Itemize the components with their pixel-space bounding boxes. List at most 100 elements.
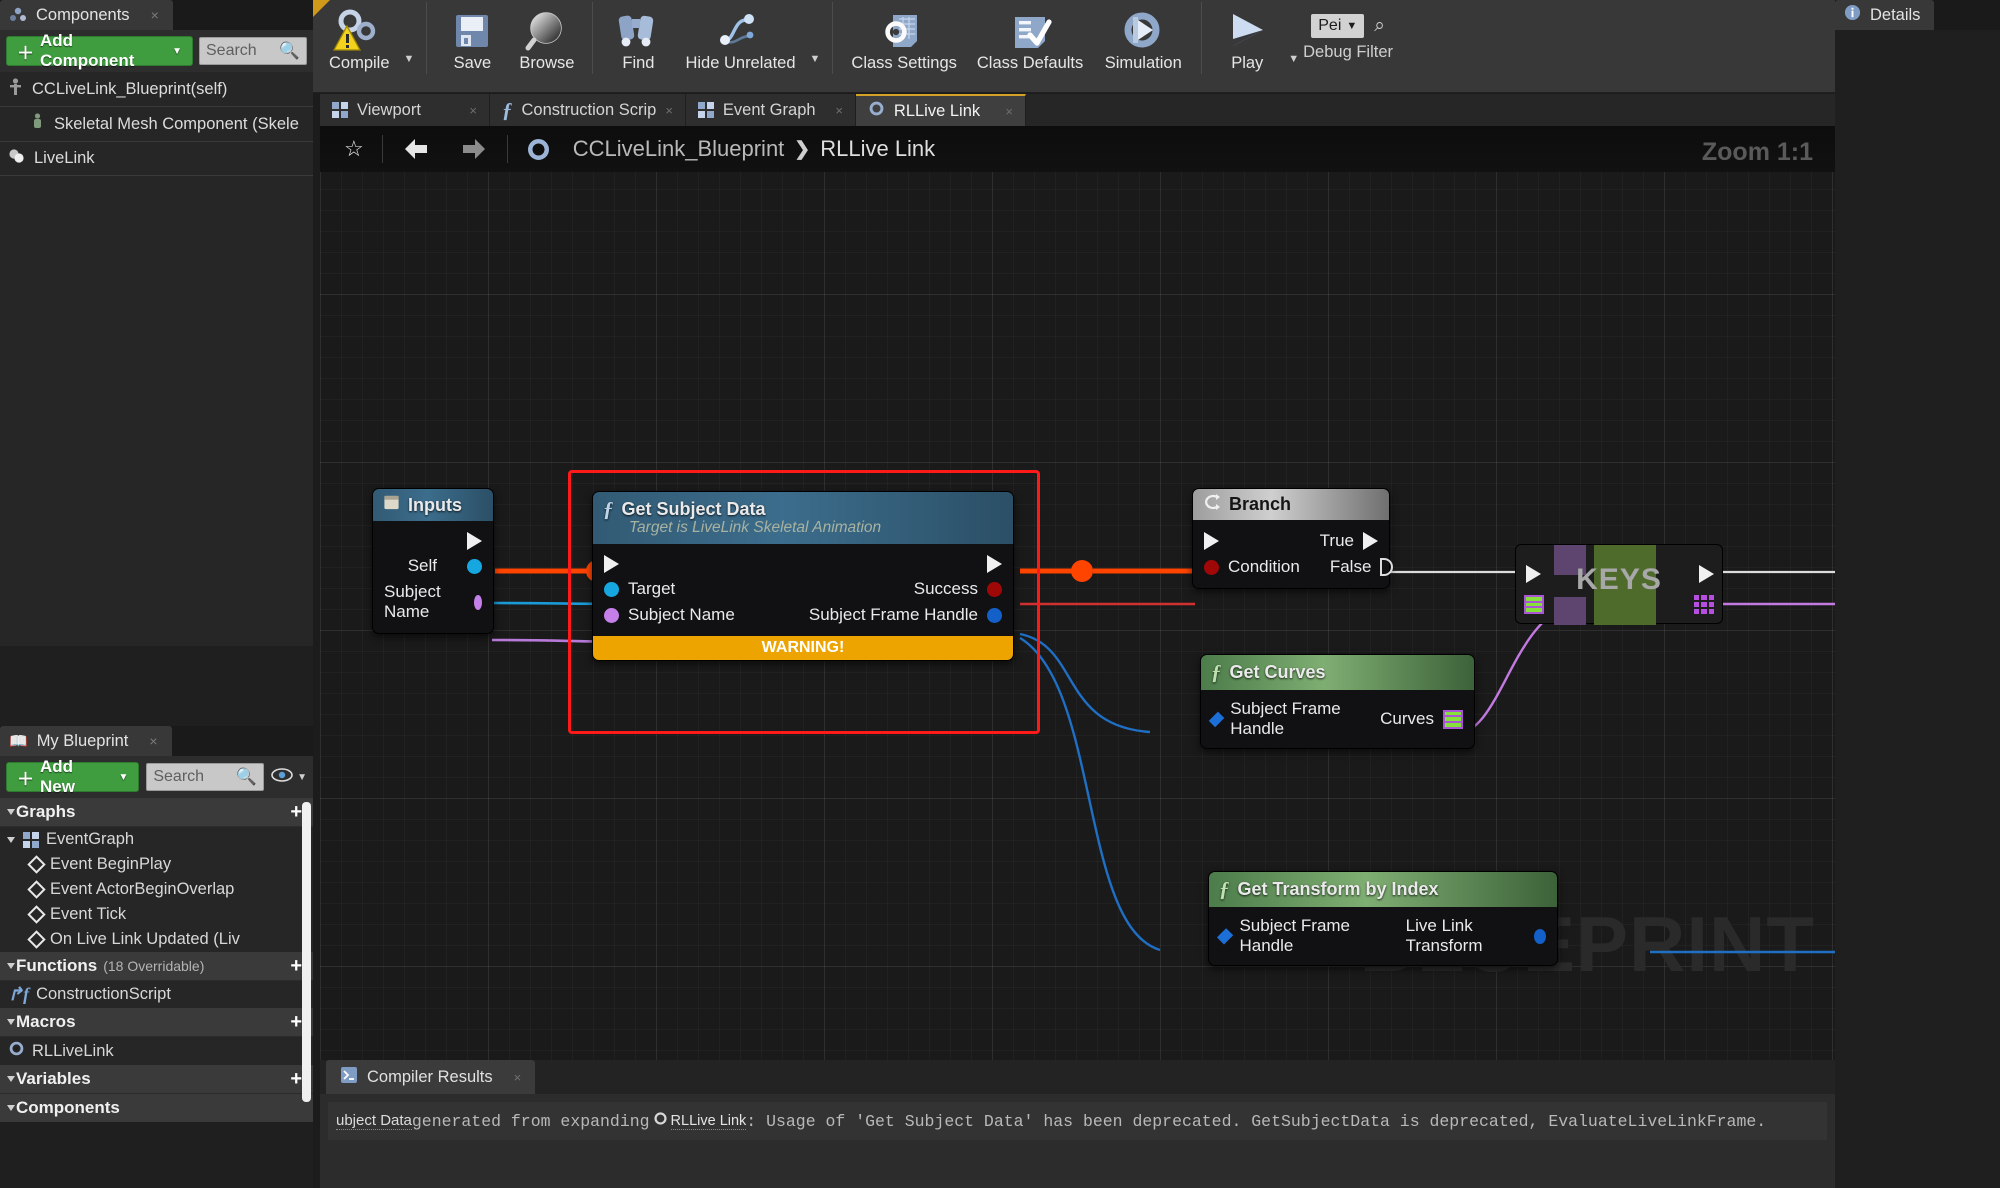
star-icon[interactable]: ☆ (330, 136, 378, 162)
add-new-button[interactable]: ＋ Add New ▼ (6, 757, 140, 796)
debug-filter-select[interactable]: Pei ▼ (1311, 14, 1365, 38)
pin-row-condition-false[interactable]: Condition False (1193, 554, 1394, 580)
visibility-filter-button[interactable]: ▼ (271, 767, 307, 787)
play-button[interactable]: Play (1210, 0, 1284, 73)
subject-frame-handle-input-pin[interactable] (1208, 711, 1225, 727)
pin-row-subject-name[interactable]: Subject Name (373, 579, 493, 625)
tree-item-event-tick[interactable]: Event Tick (0, 902, 313, 927)
class-defaults-button[interactable]: Class Defaults (967, 0, 1093, 73)
pin-row-framehandle-curves[interactable]: Subject Frame Handle Curves (1201, 696, 1474, 742)
tab-rllive-link-close[interactable]: × (1005, 104, 1013, 119)
tab-viewport-close[interactable]: × (469, 103, 477, 118)
exec-out-pin[interactable] (987, 555, 1002, 573)
exec-in-pin[interactable] (604, 555, 619, 573)
subject-name-input-pin[interactable] (604, 607, 619, 623)
breadcrumb-macro-gear-icon[interactable] (512, 137, 565, 162)
false-exec-out-pin[interactable] (1380, 558, 1394, 576)
disclosure-triangle-icon[interactable] (7, 836, 15, 843)
tree-item-eventgraph[interactable]: EventGraph (0, 827, 313, 852)
node-inputs[interactable]: Inputs Self Subject Name (372, 488, 494, 634)
pin-row-exec-true[interactable]: True (1193, 528, 1389, 554)
compiler-message-link[interactable]: RLLive Link (670, 1113, 747, 1130)
tree-item-rllivelink[interactable]: RLLiveLink (0, 1037, 313, 1065)
self-output-pin[interactable] (467, 558, 482, 574)
exec-in-pin[interactable] (1204, 532, 1219, 550)
breadcrumb-crumb-1[interactable]: CCLiveLink_Blueprint (573, 136, 785, 162)
my-blueprint-scrollbar[interactable] (302, 802, 311, 1102)
exec-out-pin[interactable] (467, 532, 482, 550)
tab-event-graph-close[interactable]: × (835, 103, 843, 118)
hide-unrelated-button[interactable]: Hide Unrelated (675, 0, 805, 73)
pin-row-framehandle-transform[interactable]: Subject Frame Handle Live Link Transform (1209, 913, 1557, 959)
pin-row-target-success[interactable]: Target Success (593, 576, 1013, 602)
tree-item-constructionscript[interactable]: ↱f ConstructionScript (0, 981, 313, 1008)
true-exec-out-pin[interactable] (1363, 532, 1378, 550)
class-settings-button[interactable]: Class Settings (841, 0, 966, 73)
find-button[interactable]: Find (601, 0, 675, 73)
pin-row-subjectname-framehandle[interactable]: Subject Name Subject Frame Handle (593, 602, 1013, 628)
play-options-caret-icon[interactable]: ▼ (1284, 53, 1303, 65)
node-get-transform-by-index[interactable]: ƒ Get Transform by Index Subject Frame H… (1208, 871, 1558, 966)
tab-my-blueprint[interactable]: 📖 My Blueprint × (0, 726, 172, 756)
node-keys[interactable]: KEYS (1515, 544, 1723, 625)
compiler-results-message-row[interactable]: ubject Data generated from expanding RLL… (328, 1102, 1827, 1140)
tab-event-graph[interactable]: Event Graph × (685, 94, 856, 126)
disclosure-triangle-icon[interactable] (7, 809, 15, 815)
tab-compiler-results[interactable]: Compiler Results × (326, 1060, 536, 1094)
tree-section-graphs[interactable]: Graphs + (0, 798, 313, 827)
keys-map-in-pin[interactable] (1524, 595, 1544, 614)
disclosure-triangle-icon[interactable] (7, 1076, 15, 1082)
tree-item-event-beginplay[interactable]: Event BeginPlay (0, 852, 313, 877)
tab-construction-script[interactable]: ƒ Construction Scrip × (490, 94, 686, 126)
save-button[interactable]: Save (435, 0, 509, 73)
tree-section-components[interactable]: Components (0, 1094, 313, 1122)
debug-search-icon[interactable]: ⌕ (1374, 15, 1385, 37)
tree-item-event-actorbeginoverlap[interactable]: Event ActorBeginOverlap (0, 877, 313, 902)
tab-rllive-link[interactable]: RLLive Link × (855, 94, 1026, 126)
tree-section-functions[interactable]: Functions (18 Overridable) + (0, 952, 313, 981)
pin-row-self[interactable]: Self (373, 553, 493, 579)
compile-options-caret-icon[interactable]: ▼ (400, 53, 419, 65)
tab-viewport[interactable]: Viewport × (320, 94, 490, 126)
simulation-button[interactable]: Simulation (1093, 0, 1193, 73)
success-output-pin[interactable] (987, 581, 1002, 597)
node-get-subject-data[interactable]: ƒ Get Subject Data Target is LiveLink Sk… (592, 491, 1014, 661)
forward-arrow-icon[interactable] (445, 137, 503, 161)
tab-components[interactable]: Components × (0, 0, 173, 30)
keys-set-out-pin[interactable] (1694, 595, 1714, 614)
component-row-self[interactable]: CCLiveLink_Blueprint(self) (0, 72, 313, 107)
disclosure-triangle-icon[interactable] (7, 963, 15, 969)
live-link-transform-output-pin[interactable] (1533, 928, 1546, 944)
compile-button[interactable]: Compile (319, 0, 400, 73)
subject-frame-handle-output-pin[interactable] (987, 607, 1002, 623)
back-arrow-icon[interactable] (387, 137, 445, 161)
tree-item-on-live-link-updated[interactable]: On Live Link Updated (Liv (0, 927, 313, 952)
subject-name-output-pin[interactable] (473, 594, 482, 610)
component-row-skeletal-mesh[interactable]: Skeletal Mesh Component (Skele (0, 107, 313, 142)
disclosure-triangle-icon[interactable] (7, 1105, 15, 1111)
disclosure-triangle-icon[interactable] (7, 1019, 15, 1025)
my-blueprint-search-input[interactable]: Search 🔍 (146, 763, 265, 791)
tab-construction-script-close[interactable]: × (665, 103, 673, 118)
browse-button[interactable]: Browse (509, 0, 584, 73)
tab-components-close[interactable]: × (151, 7, 159, 23)
add-component-button[interactable]: ＋ Add Component ▼ (6, 31, 193, 70)
tab-compiler-results-close[interactable]: × (514, 1070, 522, 1085)
blueprint-graph-canvas[interactable]: BLUEPRINT Inputs Self Subject Name ƒ Get… (320, 126, 1835, 1060)
node-branch[interactable]: Branch True Condition False (1192, 488, 1394, 589)
curves-map-output-pin[interactable] (1443, 709, 1463, 729)
hide-unrelated-caret-icon[interactable]: ▼ (806, 53, 825, 65)
component-row-livelink[interactable]: LiveLink (0, 142, 313, 176)
tree-section-macros[interactable]: Macros + (0, 1008, 313, 1037)
tab-details[interactable]: Details (1835, 0, 1935, 30)
tree-section-variables[interactable]: Variables + (0, 1065, 313, 1094)
components-search-input[interactable]: Search 🔍 (199, 37, 307, 65)
pin-row-exec-out[interactable] (373, 529, 493, 553)
node-get-curves[interactable]: ƒ Get Curves Subject Frame Handle Curves (1200, 654, 1475, 749)
target-input-pin[interactable] (604, 581, 619, 597)
breadcrumb-crumb-2[interactable]: RLLive Link (820, 136, 935, 162)
condition-input-pin[interactable] (1204, 559, 1219, 575)
pin-row-exec[interactable] (593, 552, 1013, 576)
tab-my-blueprint-close[interactable]: × (149, 733, 157, 749)
subject-frame-handle-input-pin[interactable] (1216, 927, 1234, 945)
